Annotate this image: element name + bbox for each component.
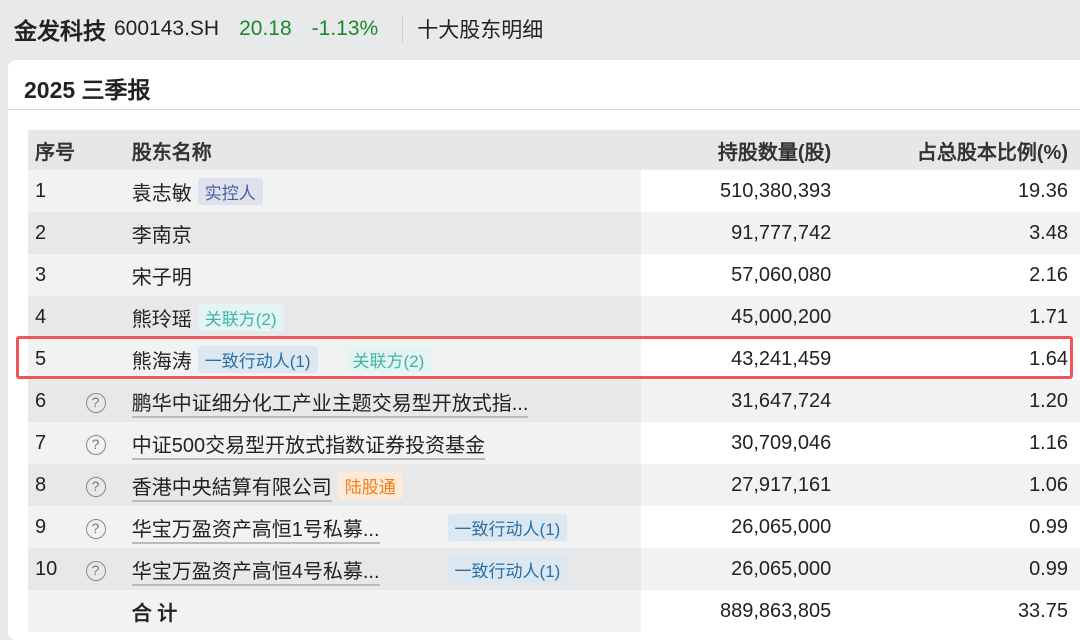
shareholder-name: 袁志敏 bbox=[131, 182, 192, 205]
row-no: 3 bbox=[28, 254, 86, 296]
col-name: 股东名称 bbox=[131, 130, 642, 170]
table-row: 10 ? 华宝万盈资产高恒4号私募... 一致行动人(1) 26,065,000 … bbox=[28, 548, 1080, 590]
shareholder-name[interactable]: 华宝万盈资产高恒4号私募... bbox=[131, 560, 380, 586]
stock-change: -1.13% bbox=[311, 17, 379, 40]
total-row: 合 计 889,863,805 33.75 bbox=[28, 590, 1080, 632]
page-title: 十大股东明细 bbox=[417, 19, 544, 42]
pct: 2.16 bbox=[831, 254, 1080, 296]
divider bbox=[402, 16, 404, 42]
shareholders-table: 序号 股东名称 持股数量(股) 占总股本比例(%) 1 袁志敏 实控人 510,3… bbox=[28, 130, 1080, 632]
top-bar: 金发科技 600143.SH 20.18 -1.13% 十大股东明细 bbox=[0, 0, 1080, 58]
pct: 1.16 bbox=[831, 422, 1080, 464]
shareholder-name[interactable]: 华宝万盈资产高恒1号私募... bbox=[131, 518, 380, 544]
stock-name: 金发科技 bbox=[14, 18, 106, 44]
report-title: 2025 三季报 bbox=[8, 60, 1080, 110]
shares: 45,000,200 bbox=[641, 296, 832, 338]
shareholder-name: 熊玲瑶 bbox=[131, 308, 192, 331]
shares: 91,777,742 bbox=[641, 212, 832, 254]
table-row: 9 ? 华宝万盈资产高恒1号私募... 一致行动人(1) 26,065,000 0… bbox=[28, 506, 1080, 548]
col-pct: 占总股本比例(%) bbox=[831, 130, 1080, 170]
shareholder-name: 宋子明 bbox=[131, 266, 192, 289]
shares: 26,065,000 bbox=[641, 506, 832, 548]
col-shares: 持股数量(股) bbox=[641, 130, 832, 170]
help-icon[interactable]: ? bbox=[85, 476, 106, 497]
shares: 57,060,080 bbox=[641, 254, 832, 296]
pct: 19.36 bbox=[831, 170, 1080, 212]
table-row: 6 ? 鹏华中证细分化工产业主题交易型开放式指... 31,647,724 1.… bbox=[28, 380, 1080, 422]
help-icon[interactable]: ? bbox=[85, 434, 106, 455]
table-row: 1 袁志敏 实控人 510,380,393 19.36 bbox=[28, 170, 1080, 212]
pct: 0.99 bbox=[831, 506, 1080, 548]
shareholder-name: 李南京 bbox=[131, 224, 192, 247]
row-no: 4 bbox=[28, 296, 86, 338]
stock-code: 600143.SH bbox=[114, 17, 220, 40]
pct: 0.99 bbox=[831, 548, 1080, 590]
tag-ctrl[interactable]: 实控人 bbox=[197, 177, 263, 205]
shares: 31,647,724 bbox=[641, 380, 832, 422]
shareholder-name[interactable]: 香港中央結算有限公司 bbox=[131, 476, 332, 502]
table-row: 8 ? 香港中央結算有限公司 陆股通 27,917,161 1.06 bbox=[28, 464, 1080, 506]
highlight-box bbox=[16, 336, 1073, 379]
pct: 1.71 bbox=[831, 296, 1080, 338]
help-icon[interactable]: ? bbox=[85, 560, 106, 581]
row-no: 8 bbox=[28, 464, 86, 506]
table-row: 7 ? 中证500交易型开放式指数证券投资基金 30,709,046 1.16 bbox=[28, 422, 1080, 464]
pct: 1.20 bbox=[831, 380, 1080, 422]
total-label: 合 计 bbox=[131, 590, 642, 632]
row-no: 6 bbox=[28, 380, 86, 422]
table-row: 3 宋子明 57,060,080 2.16 bbox=[28, 254, 1080, 296]
col-no: 序号 bbox=[28, 130, 86, 170]
pct: 3.48 bbox=[831, 212, 1080, 254]
help-icon[interactable]: ? bbox=[85, 392, 106, 413]
shares: 27,917,161 bbox=[641, 464, 832, 506]
tag-hk[interactable]: 陆股通 bbox=[337, 471, 403, 499]
shares: 30,709,046 bbox=[641, 422, 832, 464]
row-no: 2 bbox=[28, 212, 86, 254]
shareholder-name[interactable]: 鹏华中证细分化工产业主题交易型开放式指... bbox=[131, 392, 529, 418]
tag-act[interactable]: 一致行动人(1) bbox=[447, 555, 568, 583]
row-no: 9 bbox=[28, 506, 86, 548]
help-icon[interactable]: ? bbox=[85, 518, 106, 539]
row-no: 7 bbox=[28, 422, 86, 464]
shareholder-name[interactable]: 中证500交易型开放式指数证券投资基金 bbox=[131, 434, 486, 460]
row-no: 10 bbox=[28, 548, 86, 590]
total-shares: 889,863,805 bbox=[641, 590, 832, 632]
tag-rel[interactable]: 关联方(2) bbox=[197, 303, 284, 331]
shares: 26,065,000 bbox=[641, 548, 832, 590]
table-row: 2 李南京 91,777,742 3.48 bbox=[28, 212, 1080, 254]
row-no: 1 bbox=[28, 170, 86, 212]
pct: 1.06 bbox=[831, 464, 1080, 506]
total-pct: 33.75 bbox=[831, 590, 1080, 632]
shares: 510,380,393 bbox=[641, 170, 832, 212]
table-row: 4 熊玲瑶 关联方(2) 45,000,200 1.71 bbox=[28, 296, 1080, 338]
tag-act[interactable]: 一致行动人(1) bbox=[447, 513, 568, 541]
stock-price: 20.18 bbox=[239, 17, 292, 40]
